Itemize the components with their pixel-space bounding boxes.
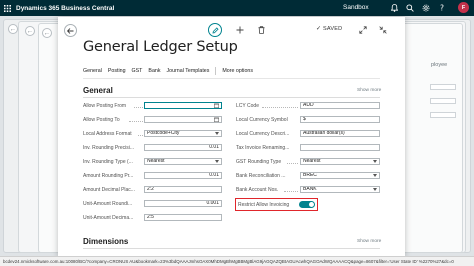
gst-rounding-type-label: GST Rounding Type bbox=[236, 159, 282, 165]
pencil-icon bbox=[211, 26, 219, 34]
unit-amount-decimal-places-label: Unit-Amount Decima... bbox=[83, 215, 134, 221]
background-back-icon-3[interactable]: ← bbox=[42, 28, 52, 38]
collapse-icon bbox=[379, 26, 387, 34]
plus-icon bbox=[236, 26, 244, 34]
bank-account-nos-label: Bank Account Nos. bbox=[236, 187, 279, 193]
arrow-left-icon bbox=[67, 27, 74, 34]
general-ledger-setup-card: ✓ SAVED General Ledger Setup General Pos… bbox=[58, 17, 405, 257]
app-title[interactable]: Dynamics 365 Business Central bbox=[16, 5, 114, 12]
bank-reconciliation-nos-select[interactable]: BREC bbox=[300, 172, 380, 179]
menu-item-posting[interactable]: Posting bbox=[108, 68, 126, 74]
more-options-button[interactable]: More options bbox=[222, 68, 253, 74]
local-address-format-select[interactable]: Postcode+City bbox=[144, 130, 222, 137]
local-currency-description-label: Local Currency Descri... bbox=[236, 131, 290, 137]
bank-reconciliation-nos-label: Bank Reconciliation ... bbox=[236, 173, 286, 179]
field-leader-dots bbox=[287, 163, 298, 164]
chevron-down-icon bbox=[373, 174, 377, 177]
gear-icon[interactable] bbox=[421, 3, 431, 13]
amount-decimal-places-label: Amount Decimal Plac... bbox=[83, 187, 135, 193]
menu-divider-line bbox=[83, 78, 380, 79]
edit-button[interactable] bbox=[208, 23, 222, 37]
amount-decimal-places-input[interactable]: 2:2 bbox=[144, 186, 222, 193]
new-button[interactable] bbox=[235, 25, 245, 35]
allow-posting-from-label: Allow Posting From bbox=[83, 103, 127, 109]
menu-item-bank[interactable]: Bank bbox=[148, 68, 160, 74]
delete-button[interactable] bbox=[256, 25, 266, 35]
local-currency-description-input[interactable]: Australian dollar(s) bbox=[300, 130, 380, 137]
local-currency-symbol-input[interactable]: $ bbox=[300, 116, 380, 123]
amount-rounding-precision-input[interactable]: 0.01 bbox=[144, 172, 222, 179]
action-menu: General Posting GST Bank Journal Templat… bbox=[83, 67, 259, 75]
calendar-icon[interactable] bbox=[214, 117, 219, 122]
background-field bbox=[430, 112, 456, 118]
general-section-divider bbox=[83, 97, 380, 98]
background-field bbox=[430, 98, 456, 104]
menu-item-gst[interactable]: GST bbox=[132, 68, 143, 74]
field-leader-dots bbox=[138, 135, 143, 136]
allow-posting-from-input[interactable] bbox=[144, 102, 222, 109]
back-button[interactable] bbox=[64, 24, 77, 37]
unit-amount-rounding-precision-label: Unit-Amount Roundi... bbox=[83, 201, 133, 207]
restrict-allow-invoicing-toggle[interactable] bbox=[299, 201, 315, 208]
expand-button[interactable] bbox=[358, 25, 368, 35]
local-address-format-label: Local Address Format bbox=[83, 131, 132, 137]
allow-posting-to-label: Allow Posting To bbox=[83, 117, 120, 123]
field-leader-dots bbox=[284, 191, 298, 192]
app-header-bar: Dynamics 365 Business Central Sandbox ? … bbox=[0, 0, 474, 16]
browser-status-bar: bcdev24.nmicksoftware.com.au:10080/BC/?c… bbox=[0, 256, 474, 266]
general-show-more-link[interactable]: Show more bbox=[357, 88, 381, 93]
inv-rounding-type-label: Inv. Rounding Type (... bbox=[83, 159, 133, 165]
chevron-down-icon bbox=[373, 188, 377, 191]
chevron-down-icon bbox=[215, 132, 219, 135]
bank-account-nos-select[interactable]: BANK bbox=[300, 186, 380, 193]
general-section-title[interactable]: General bbox=[83, 86, 113, 95]
tax-invoice-renaming-label: Tax Invoice Renaming... bbox=[236, 145, 290, 151]
lcy-code-input[interactable]: AUD bbox=[300, 102, 380, 109]
chevron-down-icon bbox=[373, 160, 377, 163]
field-leader-dots bbox=[129, 121, 143, 122]
page-title: General Ledger Setup bbox=[83, 39, 238, 55]
environment-label: Sandbox bbox=[343, 4, 369, 11]
inv-rounding-precision-input[interactable]: 0.01 bbox=[144, 144, 222, 151]
lcy-code-label: LCY Code bbox=[236, 103, 259, 109]
collapse-button[interactable] bbox=[378, 25, 388, 35]
background-back-icon-2[interactable]: ← bbox=[25, 26, 35, 36]
field-leader-dots bbox=[262, 107, 298, 108]
svg-text:?: ? bbox=[440, 4, 444, 12]
background-back-icon[interactable]: ← bbox=[8, 24, 18, 34]
dimensions-section-divider bbox=[83, 248, 380, 249]
menu-item-journal-templates[interactable]: Journal Templates bbox=[167, 68, 210, 74]
tax-invoice-renaming-input[interactable] bbox=[300, 144, 380, 151]
trash-icon bbox=[258, 26, 264, 34]
app-launcher-icon[interactable] bbox=[0, 0, 14, 16]
help-icon[interactable]: ? bbox=[437, 3, 447, 13]
gst-rounding-type-select[interactable]: Nearest bbox=[300, 158, 380, 165]
avatar[interactable]: F bbox=[458, 2, 469, 13]
checkmark-icon: ✓ bbox=[316, 26, 322, 32]
expand-icon bbox=[359, 26, 367, 34]
toggle-knob bbox=[309, 202, 314, 207]
unit-amount-decimal-places-input[interactable]: 2:5 bbox=[144, 214, 222, 221]
background-text: ployee bbox=[431, 62, 448, 68]
unit-amount-rounding-precision-input[interactable]: 0.001 bbox=[144, 200, 222, 207]
search-icon[interactable] bbox=[405, 3, 415, 13]
chevron-down-icon bbox=[215, 160, 219, 163]
background-field bbox=[430, 84, 456, 90]
calendar-icon[interactable] bbox=[214, 103, 219, 108]
dimensions-show-more-link[interactable]: Show more bbox=[357, 239, 381, 244]
dimensions-section-title[interactable]: Dimensions bbox=[83, 237, 128, 246]
allow-posting-to-input[interactable] bbox=[144, 116, 222, 123]
menu-divider bbox=[215, 67, 217, 75]
field-leader-dots bbox=[134, 107, 143, 108]
amount-rounding-precision-label: Amount Rounding Pr... bbox=[83, 173, 134, 179]
restrict-allow-invoicing-label: Restrict Allow Invoicing bbox=[238, 202, 290, 208]
inv-rounding-precision-label: Inv. Rounding Precisi... bbox=[83, 145, 135, 151]
saved-status: SAVED bbox=[323, 26, 343, 32]
menu-item-general[interactable]: General bbox=[83, 68, 102, 74]
bell-icon[interactable] bbox=[389, 3, 399, 13]
local-currency-symbol-label: Local Currency Symbol bbox=[236, 117, 288, 123]
inv-rounding-type-select[interactable]: Nearest bbox=[144, 158, 222, 165]
